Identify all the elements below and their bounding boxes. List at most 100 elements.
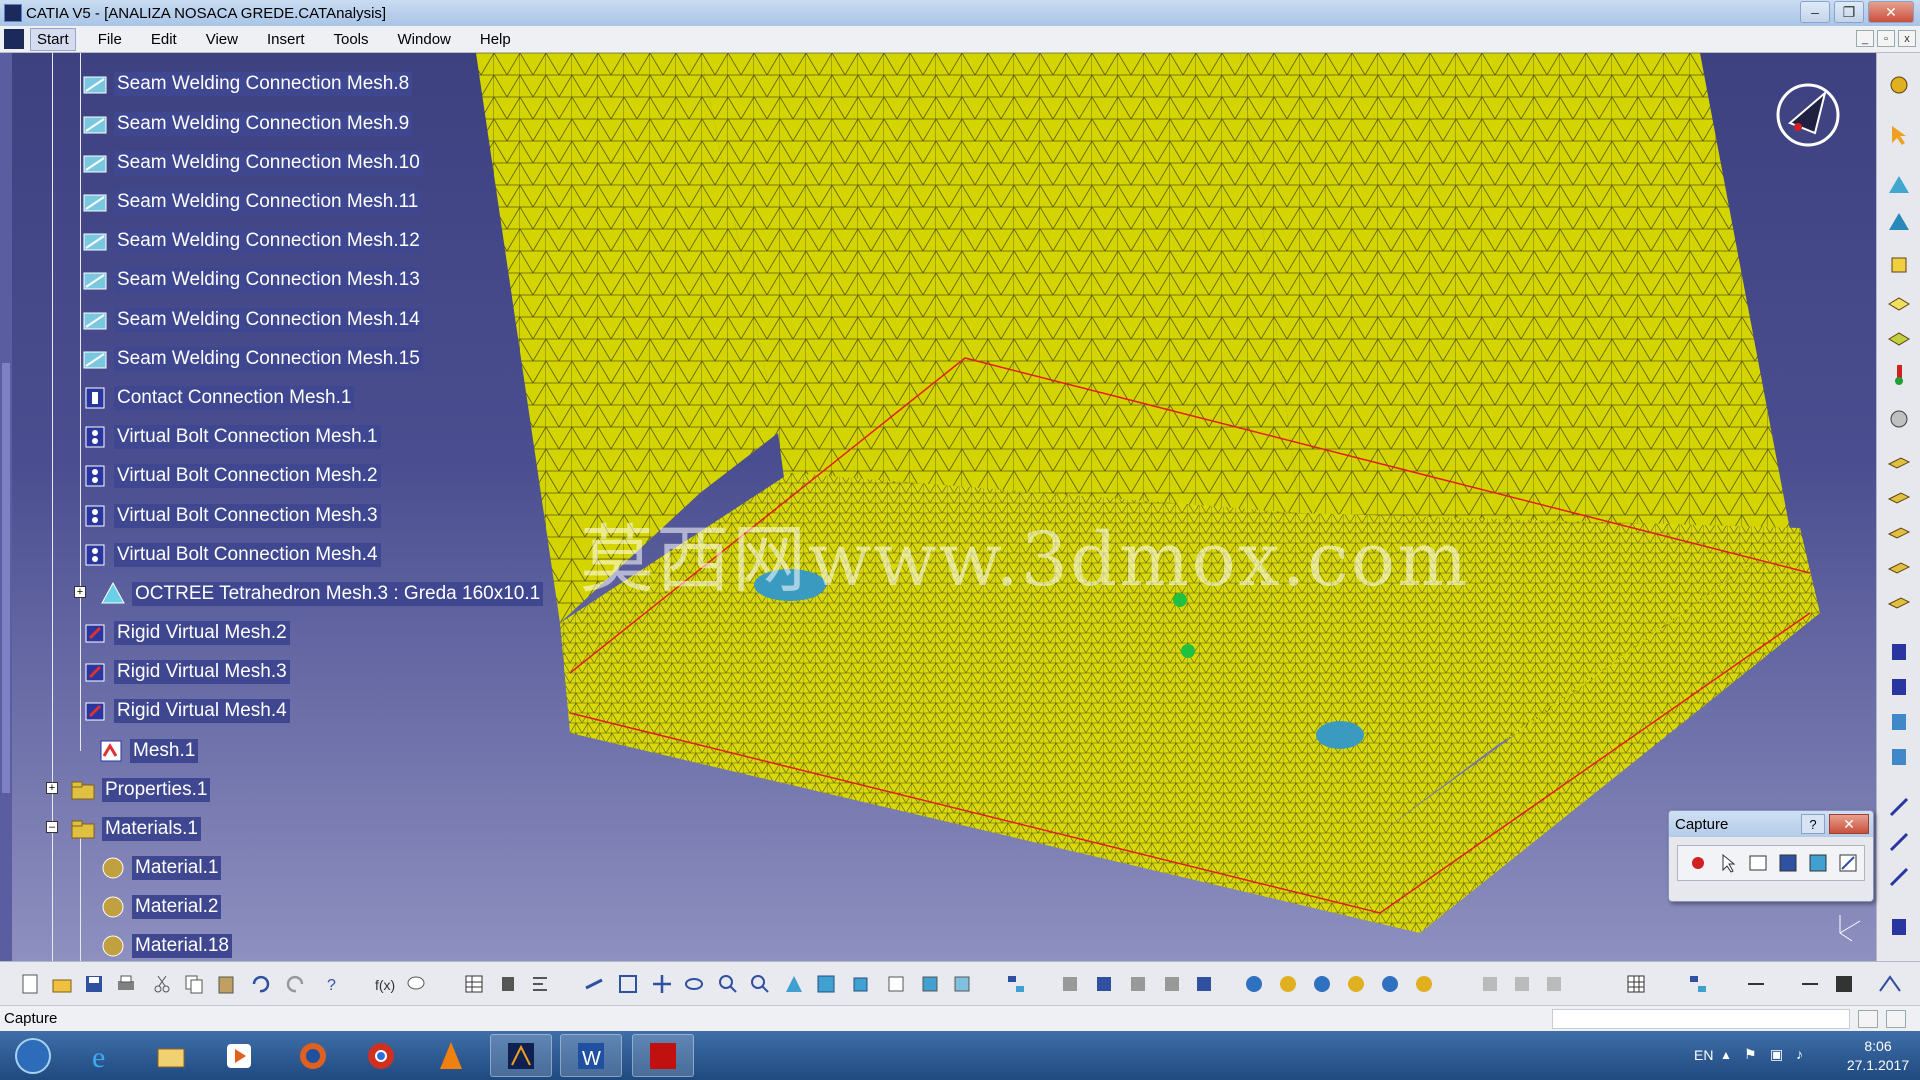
sphere-icon[interactable]	[1884, 405, 1914, 433]
tree-node-seam-weld-15[interactable]: Seam Welding Connection Mesh.15	[82, 344, 423, 374]
tree-node-seam-weld-10[interactable]: Seam Welding Connection Mesh.10	[82, 148, 423, 178]
grid-icon[interactable]	[1622, 970, 1650, 998]
iso-view-icon[interactable]	[846, 970, 874, 998]
word-icon[interactable]: W	[560, 1034, 622, 1077]
expand-properties-toggle[interactable]: +	[46, 782, 58, 794]
gear-icon[interactable]	[1884, 71, 1914, 99]
analysis-icon[interactable]	[1190, 970, 1218, 998]
zoom-out-icon[interactable]	[746, 970, 774, 998]
tree-node-seam-weld-9[interactable]: Seam Welding Connection Mesh.9	[82, 109, 413, 139]
plate-icon[interactable]	[1884, 518, 1914, 546]
tree-node-virtual-bolt-1[interactable]: Virtual Bolt Connection Mesh.1	[82, 422, 381, 452]
swap-visible-icon[interactable]	[948, 970, 976, 998]
plate-icon[interactable]	[1884, 483, 1914, 511]
tree-node-seam-weld-13[interactable]: Seam Welding Connection Mesh.13	[82, 265, 423, 295]
tree-node-octree-mesh[interactable]: OCTREE Tetrahedron Mesh.3 : Greda 160x10…	[100, 579, 544, 609]
mesh-part-icon[interactable]	[1884, 171, 1914, 199]
surface-mesh-icon[interactable]	[1884, 288, 1914, 316]
compass-icon[interactable]	[1776, 83, 1840, 147]
document-icon[interactable]	[4, 29, 24, 49]
expand-octree-toggle[interactable]: +	[74, 586, 86, 598]
tree-node-seam-weld-11[interactable]: Seam Welding Connection Mesh.11	[82, 187, 422, 217]
sensor-icon[interactable]	[1884, 913, 1914, 941]
table-icon[interactable]	[460, 970, 488, 998]
menu-view[interactable]: View	[206, 31, 238, 48]
cut-icon[interactable]	[148, 970, 176, 998]
connection-icon[interactable]	[1884, 673, 1914, 701]
capture-options-icon[interactable]	[1776, 851, 1800, 875]
collapse-materials-toggle[interactable]: –	[46, 821, 58, 833]
measure-icon[interactable]	[1796, 970, 1824, 998]
select-arrow-icon[interactable]	[1884, 121, 1914, 149]
chrome-icon[interactable]	[350, 1034, 412, 1077]
tray-arrow-icon[interactable]: ▲	[1720, 1048, 1732, 1062]
minimize-button[interactable]: –	[1800, 1, 1830, 23]
maximize-button[interactable]: ❐	[1834, 1, 1864, 23]
tree-node-rigid-virtual-3[interactable]: Rigid Virtual Mesh.3	[82, 657, 290, 687]
record-icon[interactable]	[1686, 851, 1710, 875]
acrobat-icon[interactable]	[632, 1034, 694, 1077]
compute-icon[interactable]	[1342, 970, 1370, 998]
tree-node-contact-connection-1[interactable]: Contact Connection Mesh.1	[82, 383, 355, 413]
action-center-flag-icon[interactable]: ⚑	[1744, 1046, 1757, 1063]
menu-window[interactable]: Window	[398, 31, 451, 48]
media-player-icon[interactable]	[208, 1034, 270, 1077]
compute-icon[interactable]	[1308, 970, 1336, 998]
mesh-tool-icon[interactable]	[494, 970, 522, 998]
tree-icon[interactable]	[1684, 970, 1712, 998]
catia-taskbar-icon[interactable]	[490, 1034, 552, 1077]
status-icon[interactable]	[1886, 1010, 1906, 1028]
compute-icon[interactable]	[1240, 970, 1268, 998]
connection-icon[interactable]	[1884, 708, 1914, 736]
compute-icon[interactable]	[1376, 970, 1404, 998]
status-icon[interactable]	[1858, 1010, 1878, 1028]
tree-node-seam-weld-8[interactable]: Seam Welding Connection Mesh.8	[82, 69, 413, 99]
rotate-icon[interactable]	[680, 970, 708, 998]
tool-icon[interactable]	[1476, 970, 1504, 998]
compute-icon[interactable]	[1410, 970, 1438, 998]
formula-icon[interactable]: f(x)	[370, 970, 398, 998]
menu-start[interactable]: Start	[30, 27, 76, 51]
tree-icon[interactable]	[1002, 970, 1030, 998]
vlc-icon[interactable]	[420, 1034, 482, 1077]
menu-file[interactable]: File	[98, 31, 122, 48]
align-icon[interactable]	[526, 970, 554, 998]
menu-tools[interactable]: Tools	[333, 31, 368, 48]
menu-help[interactable]: Help	[480, 31, 511, 48]
tree-node-materials-1[interactable]: Materials.1	[70, 814, 201, 844]
open-folder-icon[interactable]	[48, 970, 76, 998]
save-icon[interactable]	[1830, 970, 1858, 998]
restraint-icon[interactable]	[1884, 793, 1914, 821]
paste-icon[interactable]	[212, 970, 240, 998]
measure-icon[interactable]	[1742, 970, 1770, 998]
capture-help-button[interactable]: ?	[1801, 814, 1825, 834]
command-input[interactable]	[1552, 1009, 1850, 1029]
file-explorer-icon[interactable]	[140, 1034, 202, 1077]
tree-node-virtual-bolt-2[interactable]: Virtual Bolt Connection Mesh.2	[82, 461, 381, 491]
tree-node-seam-weld-14[interactable]: Seam Welding Connection Mesh.14	[82, 305, 423, 335]
connection-icon[interactable]	[1884, 638, 1914, 666]
fly-mode-icon[interactable]	[580, 970, 608, 998]
pan-icon[interactable]	[648, 970, 676, 998]
whats-this-icon[interactable]: ?	[318, 970, 346, 998]
select-mode-icon[interactable]	[1746, 851, 1770, 875]
doc-restore-button[interactable]: ▫	[1877, 30, 1895, 47]
doc-close-button[interactable]: x	[1898, 30, 1916, 47]
internet-explorer-icon[interactable]: e	[72, 1034, 134, 1077]
firefox-icon[interactable]	[282, 1034, 344, 1077]
new-file-icon[interactable]	[16, 970, 44, 998]
analysis-icon[interactable]	[1090, 970, 1118, 998]
comment-icon[interactable]	[402, 970, 430, 998]
clock[interactable]: 8:06 27.1.2017	[1838, 1037, 1918, 1075]
start-orb-icon[interactable]	[2, 1034, 64, 1077]
multi-view-icon[interactable]	[812, 970, 840, 998]
normal-view-icon[interactable]	[780, 970, 808, 998]
image-edit-icon[interactable]	[1836, 851, 1860, 875]
tree-node-seam-weld-12[interactable]: Seam Welding Connection Mesh.12	[82, 226, 423, 256]
tree-node-virtual-bolt-4[interactable]: Virtual Bolt Connection Mesh.4	[82, 540, 381, 570]
plate-icon[interactable]	[1884, 448, 1914, 476]
select-arrow-icon[interactable]	[1716, 851, 1740, 875]
copy-icon[interactable]	[180, 970, 208, 998]
tree-node-virtual-bolt-3[interactable]: Virtual Bolt Connection Mesh.3	[82, 501, 381, 531]
tree-node-material-1[interactable]: Material.1	[100, 853, 222, 883]
